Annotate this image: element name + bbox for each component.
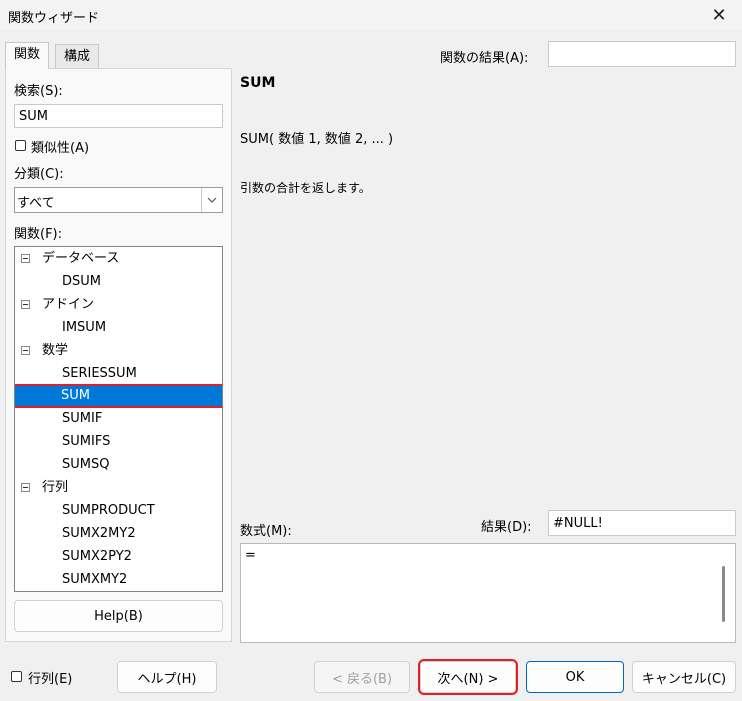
similarity-label: 類似性(A) — [31, 141, 90, 156]
tree-item-label: アドイン — [42, 296, 95, 312]
tree-item[interactable]: DSUM — [15, 271, 222, 293]
tree-item[interactable]: SUMIF — [15, 408, 222, 430]
search-input[interactable]: SUM — [14, 104, 223, 128]
tree-item-label: SUMPRODUCT — [62, 502, 155, 518]
collapse-icon[interactable] — [21, 483, 30, 492]
close-icon[interactable]: ✕ — [696, 0, 742, 30]
tree-item-label: SUMXMY2 — [62, 571, 128, 587]
category-label: 分類(C): — [14, 167, 64, 182]
array-checkbox[interactable] — [11, 671, 22, 682]
result-label: 結果(D): — [481, 520, 532, 535]
tree-item[interactable]: SUMX2MY2 — [15, 523, 222, 545]
functions-label: 関数(F): — [14, 227, 63, 242]
tree-item-label: SUMIF — [62, 411, 103, 427]
cancel-button[interactable]: キャンセル(C) — [632, 661, 736, 693]
tree-item-label: 行列 — [42, 480, 69, 495]
window-title: 関数ウィザード — [8, 11, 100, 26]
search-label: 検索(S): — [14, 84, 63, 99]
tree-item-label: SUMX2MY2 — [62, 525, 136, 541]
tree-item[interactable]: SUMXMY2 — [15, 569, 222, 591]
tree-item-label: データベース — [42, 251, 120, 266]
tree-item-label: SERIESSUM — [62, 365, 137, 381]
formula-label: 数式(M): — [240, 524, 292, 539]
formula-scrollbar[interactable] — [722, 566, 725, 622]
tree-item[interactable]: SUMIFS — [15, 431, 222, 453]
result-field: #NULL! — [548, 510, 736, 536]
help-button[interactable]: ヘルプ(H) — [117, 661, 217, 693]
tree-item-label: DSUM — [62, 273, 101, 289]
tree-item[interactable]: SUMPRODUCT — [15, 500, 222, 522]
tree-item-label: SUMIFS — [62, 434, 111, 450]
tree-item-label: SUMX2PY2 — [62, 548, 132, 564]
function-result-field — [548, 41, 736, 67]
tree-category[interactable]: 数学 — [15, 340, 222, 362]
ok-button[interactable]: OK — [526, 661, 624, 693]
back-button[interactable]: < 戻る(B) — [314, 661, 410, 693]
formula-input[interactable]: = — [240, 543, 736, 643]
tree-category[interactable]: データベース — [15, 248, 222, 270]
tree-item[interactable]: SUMX2PY2 — [15, 546, 222, 568]
category-select-value: すべて — [17, 196, 55, 211]
array-label: 行列(E) — [28, 672, 73, 687]
function-result-label: 関数の結果(A): — [440, 51, 529, 66]
collapse-icon[interactable] — [21, 345, 30, 355]
search-input-value: SUM — [19, 108, 48, 124]
tree-item[interactable]: IMSUM — [15, 317, 222, 339]
tab-structure[interactable]: 構成 — [55, 44, 100, 69]
formula-text: = — [245, 548, 256, 563]
tree-item-label: IMSUM — [62, 319, 107, 335]
chevron-down-icon — [201, 188, 222, 212]
tree-item[interactable]: SERIESSUM — [15, 363, 222, 385]
function-syntax: SUM( 数値 1, 数値 2, ... ) — [240, 132, 394, 147]
category-select[interactable]: すべて — [14, 187, 223, 213]
tree-item[interactable]: SUM — [15, 384, 222, 409]
tree-item-label: SUM — [61, 388, 90, 404]
next-button[interactable]: 次へ(N) > — [418, 659, 518, 695]
tree-item-label: 数学 — [42, 342, 69, 358]
collapse-icon[interactable] — [21, 299, 30, 309]
function-name: SUM — [240, 75, 276, 91]
title-bar: 関数ウィザード ✕ — [0, 0, 742, 30]
tab-functions[interactable]: 関数 — [5, 42, 50, 69]
similarity-checkbox[interactable] — [15, 140, 26, 151]
result-value: #NULL! — [553, 515, 603, 531]
collapse-icon[interactable] — [21, 254, 30, 263]
tree-category[interactable]: アドイン — [15, 294, 222, 316]
help-b-button[interactable]: Help(B) — [14, 600, 223, 632]
function-description: 引数の合計を返します。 — [240, 181, 371, 195]
tree-category[interactable]: 行列 — [15, 477, 222, 499]
tree-item[interactable]: SUMSQ — [15, 454, 222, 476]
function-tree[interactable]: データベース DSUM アドイン IMSUM 数学 SERIESSUM SUM SUMIF SU… — [14, 246, 223, 592]
tree-item-label: SUMSQ — [62, 457, 110, 473]
